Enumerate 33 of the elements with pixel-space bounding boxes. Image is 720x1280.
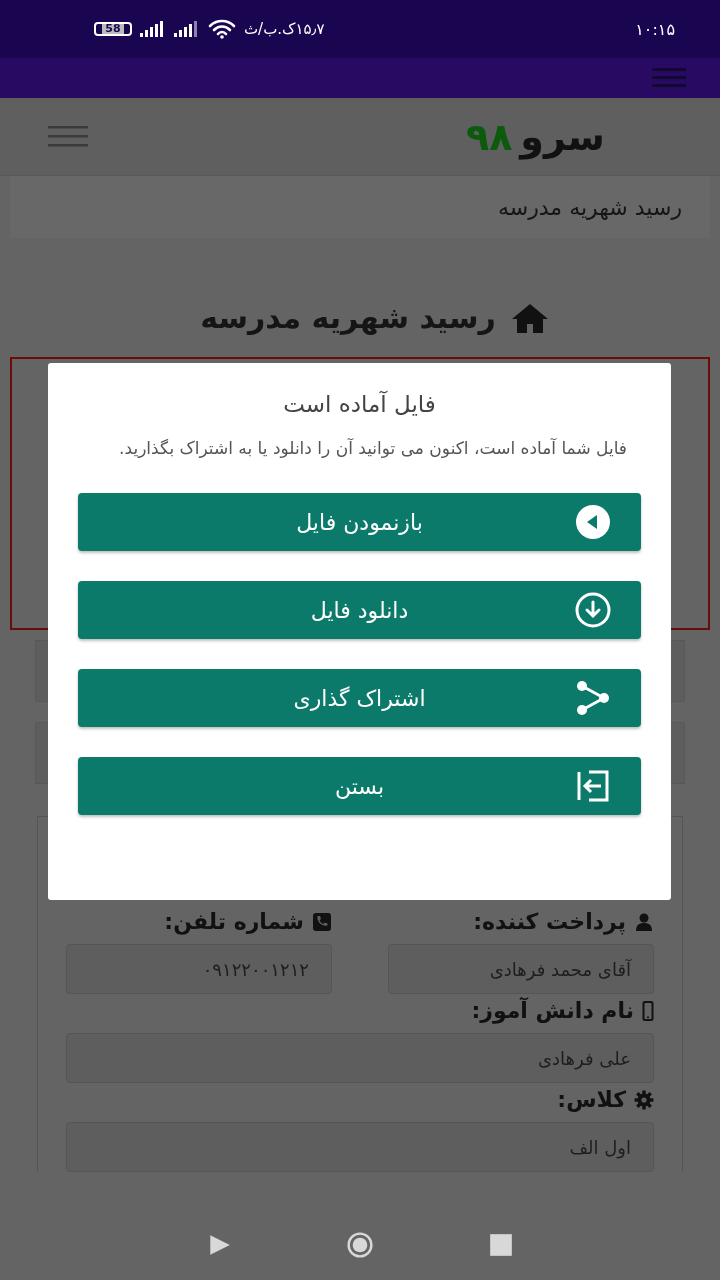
network-speed: ۱۵٫۷ک.ب/ث xyxy=(244,20,325,38)
user-icon xyxy=(634,911,654,932)
dialog-button[interactable]: بازنمودن فایل xyxy=(78,493,641,551)
recents-icon[interactable] xyxy=(488,1232,514,1258)
input-field[interactable]: اول الف xyxy=(66,1122,654,1172)
signal-icon xyxy=(174,21,200,37)
wifi-icon xyxy=(208,19,236,39)
dialog-button[interactable]: بستن xyxy=(78,757,641,815)
play-icon xyxy=(575,504,611,540)
logo-text[interactable]: سرو xyxy=(520,114,605,159)
breadcrumb: رسید شهریه مدرسه xyxy=(10,176,710,238)
field-label: کلاس: xyxy=(557,1087,626,1112)
share-icon xyxy=(575,680,611,716)
home-button-icon[interactable] xyxy=(347,1232,373,1258)
input-field[interactable]: علی فرهادی xyxy=(66,1033,654,1083)
signal-icon xyxy=(140,21,166,37)
dialog-button[interactable]: اشتراک گذاری xyxy=(78,669,641,727)
clock-time: ۱۰:۱۵ xyxy=(635,19,675,39)
mobile-phone-icon xyxy=(642,1000,654,1021)
field-label: شماره تلفن: xyxy=(164,909,304,934)
phone-icon xyxy=(312,911,332,932)
dialog-title: فایل آماده است xyxy=(282,391,437,417)
exit-icon xyxy=(575,768,611,804)
input-field[interactable]: ۰۹۱۲۲۰۰۱۲۱۲ xyxy=(66,944,332,994)
download-icon xyxy=(575,592,611,628)
page-title: رسید شهریه مدرسه xyxy=(200,300,496,335)
field-label: نام دانش آموز: xyxy=(471,998,634,1023)
dialog-message: فایل شما آماده است، اکنون می توانید آن را دانلود یا به اشتراک بگذارید. xyxy=(118,437,628,460)
field-label: پرداخت کننده: xyxy=(473,909,626,934)
dialog-button[interactable]: دانلود فایل xyxy=(78,581,641,639)
battery-icon: 58 xyxy=(94,22,132,36)
gear-icon xyxy=(634,1089,654,1110)
input-field[interactable]: آقای محمد فرهادی xyxy=(388,944,654,994)
